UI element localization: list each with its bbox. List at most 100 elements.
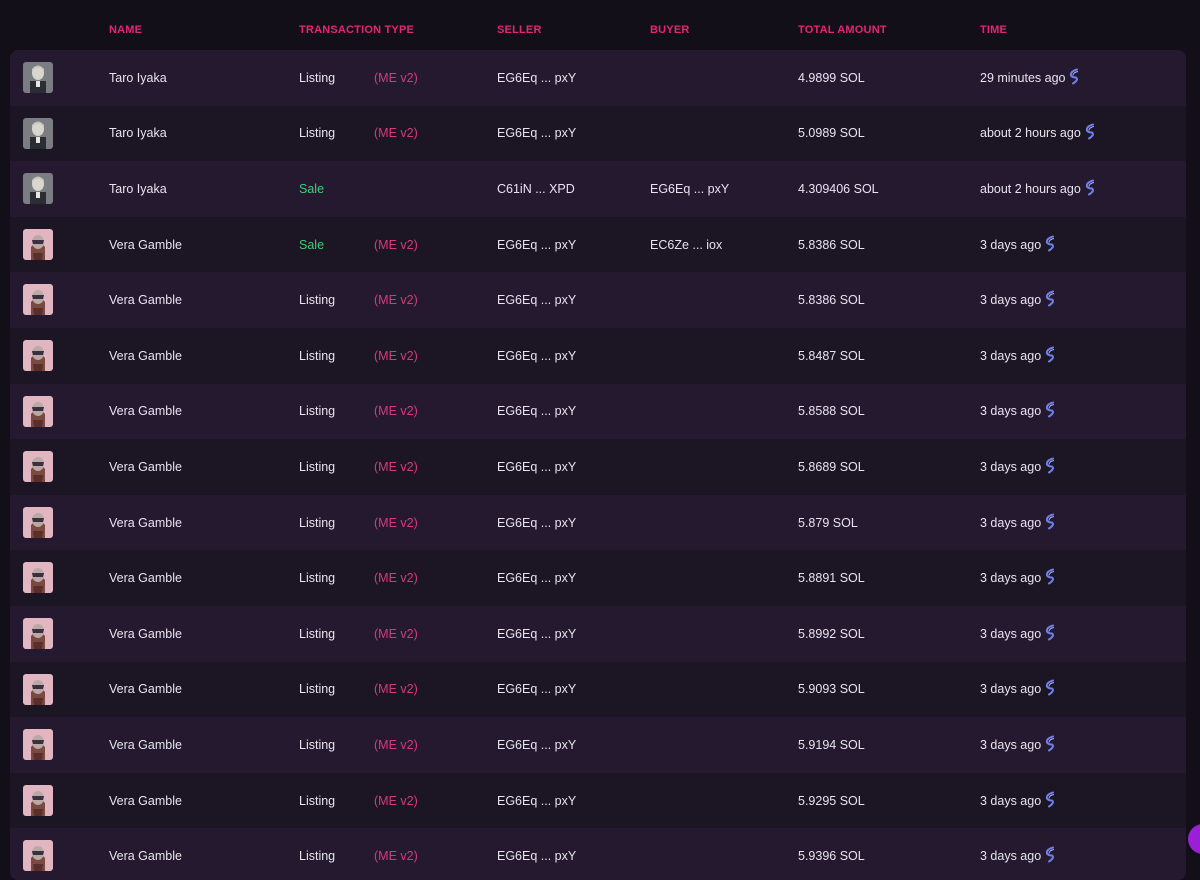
- total-amount: 5.9295 SOL: [798, 793, 865, 808]
- seller-address[interactable]: C61iN ... XPD: [497, 182, 575, 196]
- solana-icon[interactable]: [1068, 68, 1080, 87]
- seller-address[interactable]: EG6Eq ... pxY: [497, 627, 576, 641]
- seller-address[interactable]: EG6Eq ... pxY: [497, 349, 576, 363]
- nft-thumbnail-avatar[interactable]: [23, 506, 53, 538]
- column-header-seller[interactable]: SELLER: [497, 24, 542, 36]
- total-amount: 5.8588 SOL: [798, 404, 865, 419]
- total-amount: 5.879 SOL: [798, 515, 858, 530]
- solana-icon[interactable]: [1044, 235, 1056, 254]
- nft-name[interactable]: Vera Gamble: [109, 849, 182, 863]
- table-row[interactable]: Vera Gamble Listing (ME v2) EG6Eq ... pxY 5.…: [10, 494, 1186, 551]
- solana-icon[interactable]: [1044, 846, 1056, 866]
- transaction-type: Listing: [299, 515, 336, 530]
- solana-icon[interactable]: [1044, 346, 1056, 365]
- nft-thumbnail-avatar[interactable]: [23, 562, 53, 594]
- table-row[interactable]: Vera Gamble Listing (ME v2) EG6Eq ... pxY 5.…: [10, 717, 1186, 773]
- nft-name[interactable]: Vera Gamble: [109, 293, 182, 307]
- nft-thumbnail-avatar[interactable]: [23, 284, 53, 316]
- table-row[interactable]: Taro Iyaka Listing (ME v2) EG6Eq ... pxY 4.9…: [10, 50, 1186, 106]
- nft-thumbnail-avatar[interactable]: [23, 62, 53, 93]
- nft-name[interactable]: Vera Gamble: [109, 571, 182, 585]
- nft-name[interactable]: Taro Iyaka: [109, 71, 167, 85]
- column-header-name[interactable]: NAME: [109, 24, 142, 36]
- seller-address[interactable]: EG6Eq ... pxY: [497, 126, 576, 140]
- solana-icon[interactable]: [1044, 513, 1056, 532]
- solana-icon[interactable]: [1084, 123, 1096, 143]
- transaction-type: Listing: [299, 459, 336, 474]
- nft-name[interactable]: Vera Gamble: [109, 460, 182, 474]
- table-row[interactable]: Vera Gamble Listing (ME v2) EG6Eq ... pxY 5.…: [10, 661, 1186, 718]
- marketplace-label: (ME v2): [374, 682, 418, 697]
- nft-name[interactable]: Taro Iyaka: [109, 182, 167, 196]
- nft-thumbnail-avatar[interactable]: [23, 117, 53, 149]
- table-row[interactable]: Taro Iyaka Sale C61iN ... XPD EG6Eq ... pxY…: [10, 161, 1186, 217]
- marketplace-label: (ME v2): [374, 404, 418, 419]
- seller-address[interactable]: EG6Eq ... pxY: [497, 404, 576, 418]
- nft-thumbnail-avatar[interactable]: [23, 673, 53, 705]
- table-row[interactable]: Vera Gamble Listing (ME v2) EG6Eq ... pxY 5.…: [10, 605, 1186, 662]
- column-header-total-amount[interactable]: TOTAL AMOUNT: [798, 24, 887, 36]
- table-row[interactable]: Taro Iyaka Listing (ME v2) EG6Eq ... pxY 5.0…: [10, 105, 1186, 162]
- total-amount: 4.9899 SOL: [798, 70, 865, 85]
- nft-name[interactable]: Vera Gamble: [109, 516, 182, 530]
- table-row[interactable]: Vera Gamble Listing (ME v2) EG6Eq ... pxY 5.…: [10, 772, 1186, 829]
- seller-address[interactable]: EG6Eq ... pxY: [497, 849, 576, 863]
- solana-icon[interactable]: [1044, 457, 1056, 476]
- solana-icon[interactable]: [1044, 679, 1056, 699]
- transaction-time: 3 days ago: [980, 515, 1042, 530]
- seller-address[interactable]: EG6Eq ... pxY: [497, 571, 576, 585]
- nft-name[interactable]: Vera Gamble: [109, 682, 182, 696]
- nft-name[interactable]: Taro Iyaka: [109, 126, 167, 140]
- nft-thumbnail-avatar[interactable]: [23, 228, 53, 260]
- buyer-address[interactable]: EC6Ze ... iox: [650, 238, 722, 252]
- table-row[interactable]: Vera Gamble Listing (ME v2) EG6Eq ... pxY 5.…: [10, 272, 1186, 328]
- column-header-transaction-type[interactable]: TRANSACTION TYPE: [299, 24, 414, 36]
- marketplace-label: (ME v2): [374, 348, 418, 363]
- solana-icon[interactable]: [1044, 568, 1056, 588]
- nft-name[interactable]: Vera Gamble: [109, 738, 182, 752]
- solana-icon[interactable]: [1044, 735, 1056, 754]
- marketplace-label: (ME v2): [374, 515, 418, 530]
- seller-address[interactable]: EG6Eq ... pxY: [497, 794, 576, 808]
- buyer-address[interactable]: EG6Eq ... pxY: [650, 182, 729, 196]
- nft-name[interactable]: Vera Gamble: [109, 349, 182, 363]
- total-amount: 5.9093 SOL: [798, 682, 865, 697]
- table-row[interactable]: Vera Gamble Listing (ME v2) EG6Eq ... pxY 5.…: [10, 828, 1186, 880]
- table-row[interactable]: Vera Gamble Listing (ME v2) EG6Eq ... pxY 5.…: [10, 439, 1186, 495]
- nft-name[interactable]: Vera Gamble: [109, 238, 182, 252]
- chat-bubble-button[interactable]: [1188, 824, 1200, 854]
- seller-address[interactable]: EG6Eq ... pxY: [497, 460, 576, 474]
- nft-thumbnail-avatar[interactable]: [23, 729, 53, 761]
- seller-address[interactable]: EG6Eq ... pxY: [497, 516, 576, 530]
- nft-thumbnail-avatar[interactable]: [23, 617, 53, 649]
- total-amount: 5.8689 SOL: [798, 459, 865, 474]
- transaction-time: about 2 hours ago: [980, 126, 1081, 141]
- table-row[interactable]: Vera Gamble Listing (ME v2) EG6Eq ... pxY 5.…: [10, 550, 1186, 606]
- column-header-time[interactable]: TIME: [980, 24, 1007, 36]
- seller-address[interactable]: EG6Eq ... pxY: [497, 293, 576, 307]
- solana-icon[interactable]: [1044, 290, 1056, 310]
- transaction-type: Listing: [299, 404, 336, 419]
- seller-address[interactable]: EG6Eq ... pxY: [497, 738, 576, 752]
- nft-name[interactable]: Vera Gamble: [109, 627, 182, 641]
- seller-address[interactable]: EG6Eq ... pxY: [497, 71, 576, 85]
- solana-icon[interactable]: [1084, 179, 1096, 198]
- table-row[interactable]: Vera Gamble Listing (ME v2) EG6Eq ... pxY 5.…: [10, 383, 1186, 440]
- nft-thumbnail-avatar[interactable]: [23, 395, 53, 427]
- table-row[interactable]: Vera Gamble Listing (ME v2) EG6Eq ... pxY 5.…: [10, 327, 1186, 384]
- solana-icon[interactable]: [1044, 791, 1056, 810]
- nft-thumbnail-avatar[interactable]: [23, 339, 53, 371]
- nft-thumbnail-avatar[interactable]: [23, 173, 53, 205]
- nft-name[interactable]: Vera Gamble: [109, 404, 182, 418]
- solana-icon[interactable]: [1044, 401, 1056, 421]
- seller-address[interactable]: EG6Eq ... pxY: [497, 238, 576, 252]
- table-row[interactable]: Vera Gamble Sale (ME v2) EG6Eq ... pxY EC6Ze…: [10, 216, 1186, 273]
- nft-thumbnail-avatar[interactable]: [23, 784, 53, 816]
- solana-icon[interactable]: [1044, 624, 1056, 643]
- nft-thumbnail-avatar[interactable]: [23, 840, 53, 872]
- column-header-buyer[interactable]: BUYER: [650, 24, 690, 36]
- total-amount: 5.8891 SOL: [798, 571, 865, 586]
- nft-thumbnail-avatar[interactable]: [23, 451, 53, 483]
- seller-address[interactable]: EG6Eq ... pxY: [497, 682, 576, 696]
- nft-name[interactable]: Vera Gamble: [109, 794, 182, 808]
